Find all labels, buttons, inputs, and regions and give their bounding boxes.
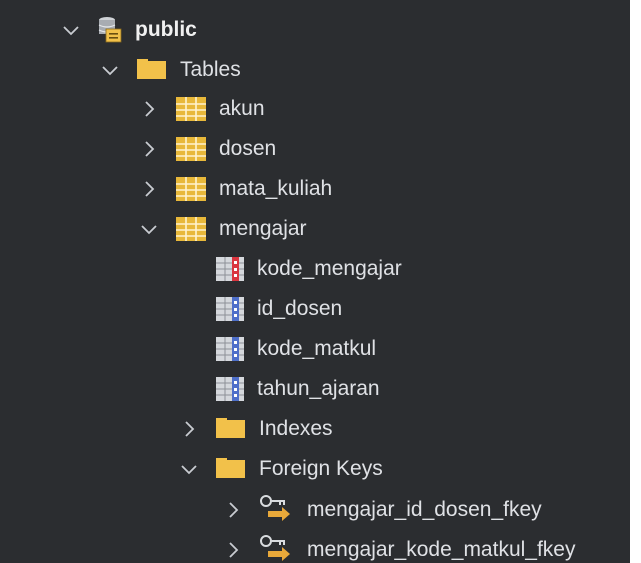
chevron-right-icon[interactable] — [138, 138, 160, 160]
column-icon — [216, 337, 244, 361]
chevron-right-icon[interactable] — [138, 98, 160, 120]
folder-icon — [137, 59, 166, 79]
tree-node-indexes-folder[interactable]: Indexes — [178, 409, 333, 449]
schema-icon — [98, 17, 122, 43]
chevron-right-icon[interactable] — [222, 499, 244, 521]
column-icon — [216, 297, 244, 321]
tree-node-label: mengajar — [219, 217, 307, 240]
chevron-right-icon[interactable] — [178, 418, 200, 440]
column-icon — [216, 377, 244, 401]
table-icon — [176, 177, 206, 201]
tree-node-table-mata-kuliah[interactable]: mata_kuliah — [138, 169, 332, 209]
tree-node-column-kode-mengajar[interactable]: kode_mengajar — [216, 249, 402, 289]
tree-node-table-dosen[interactable]: dosen — [138, 129, 276, 169]
tree-node-label: akun — [219, 97, 265, 120]
chevron-right-icon[interactable] — [138, 178, 160, 200]
tree-node-label: dosen — [219, 137, 277, 160]
database-navigator-tree: public Tables akun dosen mata_kuliah men… — [0, 0, 630, 563]
tree-node-column-tahun-ajaran[interactable]: tahun_ajaran — [216, 369, 380, 409]
tree-node-label: kode_matkul — [257, 337, 377, 360]
tree-node-label: mengajar_kode_matkul_fkey — [307, 538, 576, 561]
tree-node-table-mengajar[interactable]: mengajar — [138, 209, 307, 249]
table-icon — [176, 97, 206, 121]
tree-node-fk-mengajar-kode-matkul-fkey[interactable]: mengajar_kode_matkul_fkey — [222, 530, 576, 563]
tree-node-label: Indexes — [259, 417, 333, 440]
table-icon — [176, 137, 206, 161]
tree-node-label: Tables — [180, 58, 241, 81]
table-icon — [176, 217, 206, 241]
folder-icon — [216, 418, 245, 438]
tree-node-column-id-dosen[interactable]: id_dosen — [216, 289, 342, 329]
tree-node-fk-mengajar-id-dosen-fkey[interactable]: mengajar_id_dosen_fkey — [222, 490, 542, 530]
tree-node-label: tahun_ajaran — [257, 377, 380, 400]
tree-node-label: mengajar_id_dosen_fkey — [307, 498, 542, 521]
tree-node-foreign-keys-folder[interactable]: Foreign Keys — [178, 449, 383, 489]
folder-icon — [216, 458, 245, 478]
primary-key-column-icon — [216, 257, 244, 281]
tree-node-label: public — [135, 18, 197, 41]
chevron-right-icon[interactable] — [222, 539, 244, 561]
chevron-down-icon[interactable] — [138, 218, 160, 240]
tree-node-label: kode_mengajar — [257, 257, 402, 280]
tree-node-tables-folder[interactable]: Tables — [99, 50, 241, 90]
tree-node-table-akun[interactable]: akun — [138, 89, 265, 129]
chevron-down-icon[interactable] — [178, 458, 200, 480]
tree-node-label: id_dosen — [257, 297, 343, 320]
tree-node-label: mata_kuliah — [219, 177, 333, 200]
chevron-down-icon[interactable] — [60, 19, 82, 41]
foreign-key-icon — [260, 535, 290, 561]
tree-node-column-kode-matkul[interactable]: kode_matkul — [216, 329, 376, 369]
tree-node-schema-public[interactable]: public — [60, 10, 197, 50]
tree-node-label: Foreign Keys — [259, 457, 383, 480]
chevron-down-icon[interactable] — [99, 59, 121, 81]
foreign-key-icon — [260, 495, 290, 521]
